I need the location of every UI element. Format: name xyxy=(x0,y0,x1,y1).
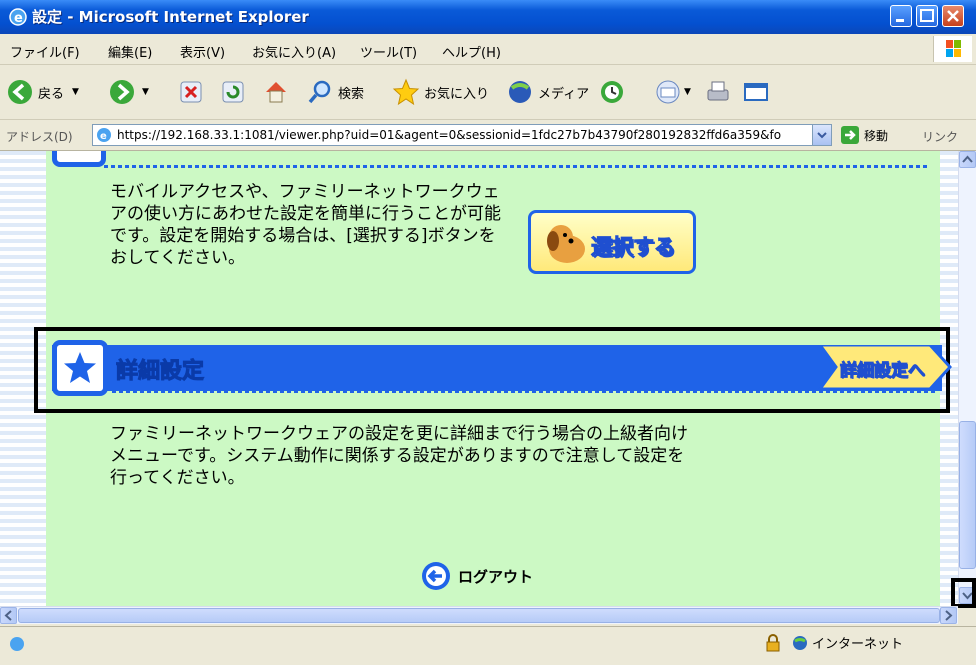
logout-label: ログアウト xyxy=(458,567,534,586)
title-bar: e 設定 - Microsoft Internet Explorer xyxy=(0,0,976,34)
page-status-icon xyxy=(10,637,24,651)
star-icon xyxy=(64,352,96,383)
address-input[interactable]: e https://192.168.33.1:1081/viewer.php?u… xyxy=(92,124,832,146)
home-button[interactable] xyxy=(262,75,290,109)
page-icon: e xyxy=(97,128,111,142)
logout-arrow-icon xyxy=(422,562,450,590)
back-icon xyxy=(8,80,32,104)
stop-button[interactable] xyxy=(178,75,204,109)
dotted-divider-2 xyxy=(112,390,938,393)
window-title: 設定 - Microsoft Internet Explorer xyxy=(32,8,309,26)
edit-button[interactable] xyxy=(742,75,770,109)
home-icon xyxy=(266,82,286,103)
history-icon xyxy=(601,81,623,103)
menu-bar: ファイル(F) 編集(E) 表示(V) お気に入り(A) ツール(T) ヘルプ(… xyxy=(0,34,976,65)
section-icon-fragment xyxy=(52,151,106,167)
search-icon xyxy=(308,80,331,104)
scroll-up-button[interactable] xyxy=(959,151,976,168)
minimize-button[interactable] xyxy=(890,5,912,27)
mail-dropdown-icon[interactable]: ▼ xyxy=(684,87,691,97)
back-label: 戻る xyxy=(38,86,65,102)
vertical-scrollbar[interactable] xyxy=(958,151,976,606)
address-url: https://192.168.33.1:1081/viewer.php?uid… xyxy=(117,128,782,142)
scroll-left-button[interactable] xyxy=(0,607,17,624)
intro-text: モバイルアクセスや、ファミリーネットワークウェアの使い方にあわせた設定を簡単に行… xyxy=(110,182,501,268)
advanced-link-label: 詳細設定へ xyxy=(840,361,926,382)
lock-icon xyxy=(766,633,780,651)
maximize-icon xyxy=(920,9,934,22)
favorites-label: お気に入り xyxy=(424,86,490,102)
history-button[interactable] xyxy=(598,75,626,109)
dog-icon xyxy=(547,225,585,263)
print-button[interactable] xyxy=(704,75,732,109)
close-icon xyxy=(947,10,959,22)
menu-help[interactable]: ヘルプ(H) xyxy=(442,42,501,61)
advanced-settings-header: 詳細設定 詳細設定へ xyxy=(52,340,953,396)
select-button[interactable]: 選択する xyxy=(528,210,696,274)
go-arrow-icon xyxy=(841,126,859,144)
dotted-divider xyxy=(104,165,930,168)
advanced-text: ファミリーネットワークウェアの設定を更に詳細まで行う場合の上級者向けメニューです… xyxy=(110,424,688,488)
status-bar: インターネット xyxy=(0,626,976,665)
media-button[interactable]: メディア xyxy=(506,75,589,109)
menu-edit[interactable]: 編集(E) xyxy=(108,42,152,61)
favorites-button[interactable]: お気に入り xyxy=(392,75,489,109)
favorites-star-icon xyxy=(392,78,420,106)
menu-favorites[interactable]: お気に入り(A) xyxy=(252,42,336,61)
address-label: アドレス(D) xyxy=(6,130,73,144)
forward-dropdown-icon[interactable]: ▼ xyxy=(142,87,149,97)
vertical-scroll-thumb[interactable] xyxy=(959,421,976,569)
zone-label: インターネット xyxy=(812,637,904,652)
advanced-settings-link[interactable]: 詳細設定へ xyxy=(812,343,953,391)
search-button[interactable]: 検索 xyxy=(306,75,364,109)
menu-view[interactable]: 表示(V) xyxy=(180,42,225,61)
chevron-left-icon xyxy=(4,610,12,621)
horizontal-scrollbar[interactable] xyxy=(0,606,958,624)
print-icon xyxy=(707,81,729,101)
media-icon xyxy=(509,81,531,103)
svg-text:e: e xyxy=(14,11,23,26)
refresh-button[interactable] xyxy=(220,75,246,109)
page-viewport: モバイルアクセスや、ファミリーネットワークウェアの使い方にあわせた設定を簡単に行… xyxy=(0,151,958,606)
address-dropdown-button[interactable] xyxy=(812,125,831,145)
select-button-label: 選択する xyxy=(591,235,676,260)
security-zone: インターネット xyxy=(764,633,903,652)
star-badge xyxy=(52,340,108,396)
forward-button[interactable]: ▼ xyxy=(108,75,149,109)
scroll-right-button[interactable] xyxy=(940,607,957,624)
windows-logo-icon xyxy=(933,36,972,62)
mail-button[interactable]: ▼ xyxy=(654,75,691,109)
chevron-up-icon xyxy=(962,155,973,163)
svg-text:e: e xyxy=(100,131,107,142)
maximize-button[interactable] xyxy=(916,5,938,27)
chevron-down-icon xyxy=(817,132,827,139)
close-button[interactable] xyxy=(942,5,964,27)
chevron-right-icon xyxy=(945,610,953,621)
go-label: 移動 xyxy=(864,128,889,143)
advanced-heading: 詳細設定 xyxy=(115,359,205,385)
go-button[interactable]: 移動 xyxy=(840,125,888,145)
horizontal-scroll-thumb[interactable] xyxy=(18,608,940,623)
address-bar: アドレス(D) e https://192.168.33.1:1081/view… xyxy=(0,120,976,151)
search-label: 検索 xyxy=(338,86,365,102)
menu-file[interactable]: ファイル(F) xyxy=(10,42,80,61)
menu-tools[interactable]: ツール(T) xyxy=(360,42,417,61)
links-toolbar[interactable]: リンク xyxy=(922,128,958,145)
logout-button[interactable]: ログアウト xyxy=(420,560,533,592)
standard-toolbar: 戻る ▼ ▼ 検索 お気に入り メディア ▼ xyxy=(0,65,976,120)
ie-icon: e xyxy=(9,8,27,26)
minimize-icon xyxy=(896,19,904,22)
edit-icon xyxy=(744,83,768,101)
forward-icon xyxy=(110,80,134,104)
mail-icon xyxy=(656,80,680,104)
scroll-down-highlight xyxy=(951,578,976,608)
globe-icon xyxy=(793,635,807,650)
stop-icon xyxy=(180,81,202,103)
refresh-icon xyxy=(222,81,244,103)
back-dropdown-icon[interactable]: ▼ xyxy=(72,87,79,97)
media-label: メディア xyxy=(538,86,590,102)
back-button[interactable]: 戻る ▼ xyxy=(6,75,79,109)
